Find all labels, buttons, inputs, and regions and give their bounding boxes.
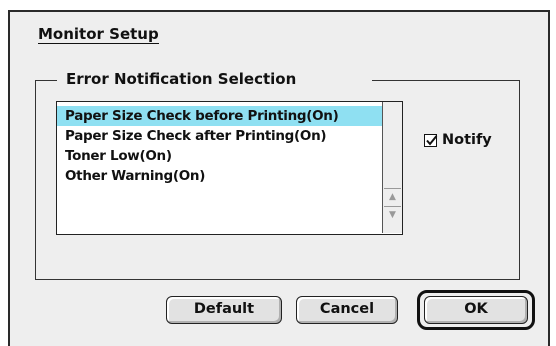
error-list-items: Paper Size Check before Printing(On) Pap… (57, 102, 382, 233)
cancel-button[interactable]: Cancel (296, 296, 398, 324)
list-item-other-warning[interactable]: Other Warning(On) (57, 166, 382, 186)
list-item-toner-low[interactable]: Toner Low(On) (57, 146, 382, 166)
dialog-title: Monitor Setup (38, 25, 159, 44)
group-label: Error Notification Selection (62, 69, 301, 89)
ok-button[interactable]: OK (424, 296, 528, 324)
notify-option[interactable]: Notify (424, 130, 492, 150)
list-scrollbar[interactable]: ▲ ▼ (382, 102, 402, 233)
error-list[interactable]: Paper Size Check before Printing(On) Pap… (56, 101, 403, 235)
scroll-up-icon[interactable]: ▲ (384, 188, 401, 205)
notify-label: Notify (442, 132, 492, 148)
list-item-paper-size-before[interactable]: Paper Size Check before Printing(On) (57, 106, 382, 126)
list-item-paper-size-after[interactable]: Paper Size Check after Printing(On) (57, 126, 382, 146)
checkmark-icon (426, 134, 438, 146)
group-border-left (35, 80, 57, 81)
scroll-down-icon[interactable]: ▼ (384, 206, 401, 223)
group-border-right (372, 80, 520, 81)
notify-checkbox[interactable] (424, 133, 438, 147)
default-button[interactable]: Default (166, 296, 282, 324)
